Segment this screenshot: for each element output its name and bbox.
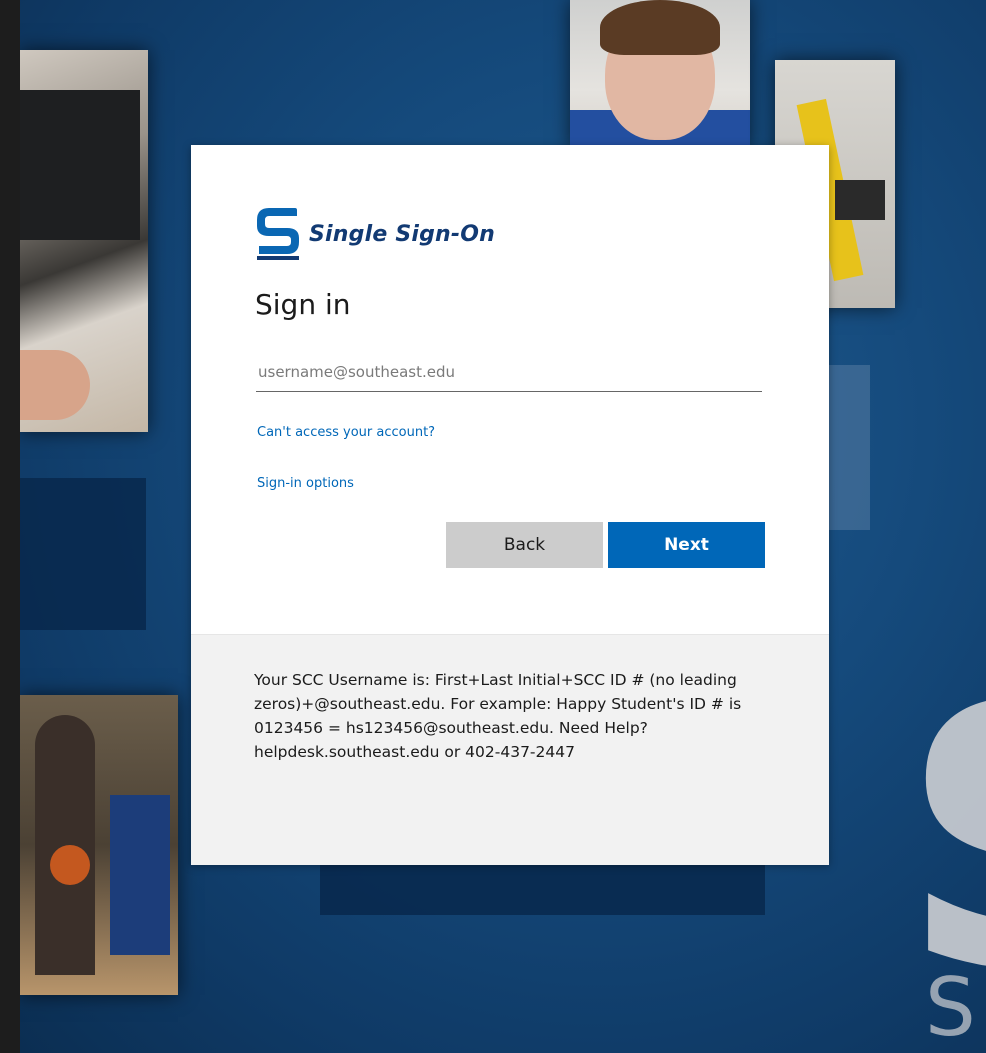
photo-student xyxy=(570,0,750,150)
photo-robot-joint xyxy=(835,180,885,220)
signin-card: Single Sign-On Sign in Can't access your… xyxy=(191,145,829,865)
photo-basketball xyxy=(20,695,178,995)
username-help-text: Your SCC Username is: First+Last Initial… xyxy=(254,671,742,761)
email-input[interactable] xyxy=(256,352,762,392)
watermark-small-s: S xyxy=(925,961,976,1053)
page-title: Sign in xyxy=(255,288,351,321)
photo-monitor xyxy=(20,90,140,240)
signin-options-link[interactable]: Sign-in options xyxy=(257,476,354,491)
signin-form: Single Sign-On Sign in Can't access your… xyxy=(191,145,829,634)
cant-access-account-link[interactable]: Can't access your account? xyxy=(257,425,435,440)
photo-student-hair xyxy=(600,0,720,55)
photo-hand xyxy=(20,350,90,420)
photo-ball xyxy=(50,845,90,885)
next-button[interactable]: Next xyxy=(608,522,765,568)
brand-logo: Single Sign-On xyxy=(255,208,495,260)
window-edge xyxy=(0,0,20,1053)
help-footer: Your SCC Username is: First+Last Initial… xyxy=(191,634,829,865)
scc-s-logo-icon xyxy=(257,208,299,260)
logo-text: Single Sign-On xyxy=(309,221,496,247)
back-button[interactable]: Back xyxy=(446,522,603,568)
photo-teammates xyxy=(110,795,170,955)
background-tile xyxy=(20,478,146,630)
photo-desk-computer xyxy=(20,50,148,432)
